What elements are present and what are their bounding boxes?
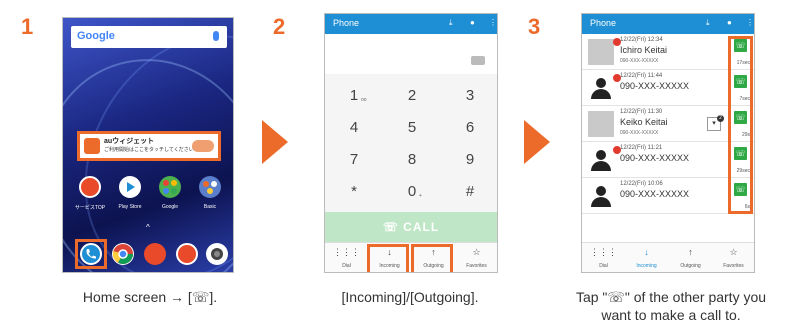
keypad: 1 oo 2 3 4 5 6 7 8 9 * 0 + # (325, 74, 497, 214)
tab-outgoing[interactable]: ↑ Outgoing (669, 243, 712, 272)
dialpad-icon: ⋮⋮⋮ (333, 247, 360, 257)
caption-step-3: Tap "☏" of the other party you want to m… (575, 289, 767, 323)
app-label: サービスTOP (74, 205, 106, 211)
contact-photo (588, 39, 614, 65)
phone-app-icon[interactable] (80, 243, 102, 265)
outgoing-highlight (411, 244, 453, 272)
app-label: Play Store (118, 204, 142, 210)
cloud-icon (192, 140, 214, 152)
tab-dial[interactable]: ⋮⋮⋮ Dial (325, 243, 368, 272)
tab-dial[interactable]: ⋮⋮⋮ Dial (582, 243, 625, 272)
overflow-menu-icon[interactable]: ⋮ (746, 18, 754, 27)
chevron-up-icon[interactable]: ^ (146, 223, 150, 232)
au-widget-icon (84, 138, 100, 154)
arrow-down-icon: ↓ (644, 247, 649, 257)
contact-photo (588, 111, 614, 137)
key-6[interactable]: 6 (441, 114, 497, 142)
key-2[interactable]: 2 (383, 82, 441, 110)
message-app-icon[interactable] (176, 243, 198, 265)
mail-app-icon[interactable] (144, 243, 166, 265)
mic-icon[interactable] (213, 31, 219, 41)
app-label: Google (161, 204, 179, 210)
dialpad-icon: ⋮⋮⋮ (590, 247, 617, 257)
call-label: CALL (403, 220, 440, 234)
call-button[interactable]: ☏ CALL (325, 212, 497, 242)
key-3[interactable]: 3 (441, 82, 497, 110)
caption-step-1: Home screen → [☏]. (82, 289, 218, 305)
avatar-placeholder-icon (588, 147, 614, 173)
avatar-placeholder-icon (588, 183, 614, 209)
tab-bar: ⋮⋮⋮ Dial ↓ Incoming ↑ Outgoing ☆ Favorit… (325, 242, 497, 272)
google-folder-icon[interactable] (159, 176, 181, 198)
contacts-icon[interactable]: ● (727, 18, 732, 27)
star-icon: ☆ (729, 247, 738, 257)
key-7[interactable]: 7 (325, 146, 383, 174)
key-4[interactable]: 4 (325, 114, 383, 142)
key-9[interactable]: 9 (441, 146, 497, 174)
key-8[interactable]: 8 (383, 146, 441, 174)
key-0[interactable]: 0 + (383, 178, 441, 206)
app-bar: Phone ⤓ ● ⋮ (325, 14, 497, 34)
basic-folder-icon[interactable] (199, 176, 221, 198)
tab-favorites[interactable]: ☆ Favorites (455, 243, 497, 272)
backspace-icon[interactable] (471, 56, 485, 65)
tab-bar: ⋮⋮⋮ Dial ↓ Incoming ↑ Outgoing ☆ Favorit… (582, 242, 754, 272)
au-widget-subtitle: ご利用開始はここをタッチしてください (104, 147, 194, 153)
google-label: Google (77, 30, 115, 42)
service-top-app-icon[interactable] (79, 176, 101, 198)
tab-favorites[interactable]: ☆ Favorites (712, 243, 754, 272)
incoming-highlight (367, 244, 409, 272)
step-number-1: 1 (21, 14, 34, 39)
dock (63, 233, 233, 272)
camera-app-icon[interactable] (206, 243, 228, 265)
tab-incoming[interactable]: ↓ Incoming (625, 243, 668, 272)
step-number-3: 3 (528, 14, 541, 39)
google-search-bar[interactable]: Google (71, 26, 227, 48)
home-screen: Google auウィジェット ご利用開始はここをタッチしてください サービスT… (62, 17, 234, 273)
call-log-list: 12/22(Fri) 12:34 Ichiro Keitai 090-XXX-X… (582, 34, 754, 242)
key-star[interactable]: * (325, 178, 383, 206)
au-widget-title: auウィジェット (104, 138, 155, 145)
dialer-screen: Phone ⤓ ● ⋮ 1 oo 2 3 4 5 6 7 8 9 * 0 + # ☏… (324, 13, 498, 273)
au-widget[interactable]: auウィジェット ご利用開始はここをタッチしてください (77, 131, 221, 161)
phone-icon: ☏ (382, 220, 404, 234)
history-count-badge: 2 (717, 115, 724, 122)
next-arrow-2 (524, 120, 550, 164)
app-bar: Phone ⤓ ● ⋮ (582, 14, 754, 34)
app-title: Phone (333, 18, 360, 28)
overflow-menu-icon[interactable]: ⋮ (489, 18, 497, 27)
call-buttons-highlight (728, 36, 753, 214)
call-log-screen: Phone ⤓ ● ⋮ 12/22(Fri) 12:34 Ichiro Keit… (581, 13, 755, 273)
arrow-up-icon: ↑ (688, 247, 693, 257)
voicemail-icon[interactable]: ⤓ (706, 18, 710, 28)
voicemail-icon[interactable]: ⤓ (449, 18, 453, 28)
step-number-2: 2 (273, 14, 286, 39)
chrome-app-icon[interactable] (112, 243, 134, 265)
avatar-placeholder-icon (588, 75, 614, 101)
play-store-app-icon[interactable] (119, 176, 141, 198)
contacts-icon[interactable]: ● (470, 18, 475, 27)
app-label: Basic (203, 204, 217, 210)
star-icon: ☆ (472, 247, 481, 257)
caption-step-2: [Incoming]/[Outgoing]. (341, 289, 479, 305)
next-arrow-1 (262, 120, 288, 164)
key-1[interactable]: 1 oo (325, 82, 383, 110)
key-hash[interactable]: # (441, 178, 497, 206)
app-title: Phone (590, 18, 617, 28)
key-5[interactable]: 5 (383, 114, 441, 142)
